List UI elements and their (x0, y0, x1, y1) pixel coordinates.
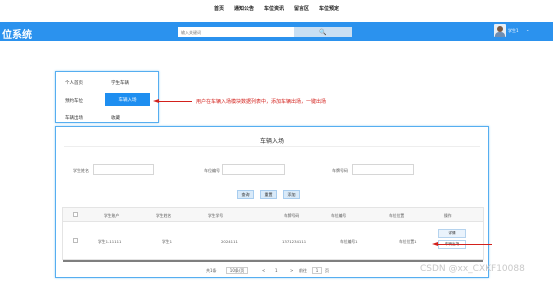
top-nav: 首页 通知公告 车位资讯 留言区 车位预定 (0, 0, 553, 16)
avatar[interactable] (494, 24, 506, 37)
chevron-down-icon[interactable]: ⌄ (526, 27, 529, 32)
filter-space-number-input[interactable] (222, 164, 285, 175)
cell-space-number: 车位编号1 (340, 239, 358, 244)
vehicle-entry-panel: 车辆入场 学生姓名 车位编号 车牌号码 查询 重置 添加 学生账户 学生姓名 学… (55, 126, 489, 278)
cell-student-id: 2024111 (221, 239, 238, 244)
menu-item-vehicle-exit[interactable]: 车辆出场 (65, 115, 83, 121)
goto-label: 前往 (299, 268, 307, 273)
row-checkbox[interactable] (73, 238, 78, 243)
header-bar: 位系统 🔍 学生1 ⌄ (0, 22, 553, 41)
filter-label-plate-number: 车牌号码 (332, 168, 348, 173)
query-button[interactable]: 查询 (237, 190, 254, 199)
brand-title: 位系统 (2, 30, 32, 41)
col-header-student-id: 学生学号 (208, 213, 224, 218)
filter-student-name-input[interactable] (93, 164, 154, 175)
annotation-arrow-line (158, 101, 192, 102)
pager-total: 共1条 (206, 268, 217, 273)
search-input[interactable] (178, 27, 294, 37)
goto-page-input[interactable]: 1 (312, 267, 322, 274)
search-button[interactable]: 🔍 (294, 27, 352, 37)
nav-home[interactable]: 首页 (214, 5, 224, 12)
filter-label-space-number: 车位编号 (204, 168, 220, 173)
menu-item-personal-home[interactable]: 个人首页 (65, 80, 83, 86)
search-icon: 🔍 (319, 28, 327, 36)
watermark: CSDN @xx_CXKF10088 (420, 264, 525, 274)
cell-student-account: 学生1-11111 (98, 239, 122, 244)
action-buttons: 查询 重置 添加 (237, 190, 300, 199)
annotation-text: 用户在车辆入场模块数据列表中，添加车辆出场，一键出场 (196, 99, 327, 105)
goto-unit: 页 (325, 268, 329, 273)
page-title: 车辆入场 (259, 138, 284, 145)
nav-notices[interactable]: 通知公告 (234, 5, 254, 12)
col-header-actions: 操作 (444, 213, 452, 218)
nav-parking-info[interactable]: 车位资讯 (264, 5, 284, 12)
avatar-body (495, 32, 505, 37)
annotation-arrow-line-2 (437, 244, 492, 245)
col-header-student-account: 学生账户 (104, 213, 120, 218)
table-header: 学生账户 学生姓名 学生学号 车牌号码 车位编号 车位位置 操作 (63, 208, 483, 222)
page-size-select[interactable]: 10条/页 (226, 267, 248, 274)
reset-button[interactable]: 重置 (260, 190, 277, 199)
filter-label-student-name: 学生姓名 (73, 168, 89, 173)
data-table: 学生账户 学生姓名 学生学号 车牌号码 车位编号 车位位置 操作 学生1-111… (62, 207, 484, 262)
filter-plate-number-input[interactable] (352, 164, 414, 175)
col-header-space-location: 车位位置 (389, 213, 405, 218)
add-button[interactable]: 添加 (283, 190, 300, 199)
menu-item-student-vehicles[interactable]: 学生车辆 (111, 80, 129, 86)
horizontal-scrollbar[interactable] (63, 260, 483, 262)
menu-item-vehicle-entry[interactable]: 车辆入场 (105, 93, 150, 106)
username-label[interactable]: 学生1 (508, 28, 519, 34)
cell-space-location: 车位位置1 (399, 239, 417, 244)
select-all-checkbox[interactable] (73, 212, 78, 217)
prev-page-button[interactable]: < (262, 268, 265, 273)
cell-plate-number: 1371234111 (282, 239, 307, 244)
detail-button[interactable]: 详情 (438, 229, 466, 238)
page-size-value: 10条/页 (229, 267, 245, 273)
menu-item-reserve-space[interactable]: 预约车位 (65, 98, 83, 104)
next-page-button[interactable]: > (290, 268, 293, 273)
col-header-plate-number: 车牌号码 (284, 213, 300, 218)
user-menu-panel: 个人首页 学生车辆 预约车位 车辆入场 车辆出场 收藏 (55, 71, 159, 123)
cell-student-name: 学生1 (162, 239, 173, 244)
current-page[interactable]: 1 (275, 268, 278, 273)
title-divider (64, 146, 480, 147)
col-header-space-number: 车位编号 (331, 213, 347, 218)
col-header-student-name: 学生姓名 (156, 213, 172, 218)
nav-parking-booking[interactable]: 车位预定 (319, 5, 339, 12)
menu-item-favorites[interactable]: 收藏 (111, 115, 120, 121)
nav-message-board[interactable]: 留言区 (294, 5, 309, 12)
goto-page-value: 1 (315, 268, 319, 273)
